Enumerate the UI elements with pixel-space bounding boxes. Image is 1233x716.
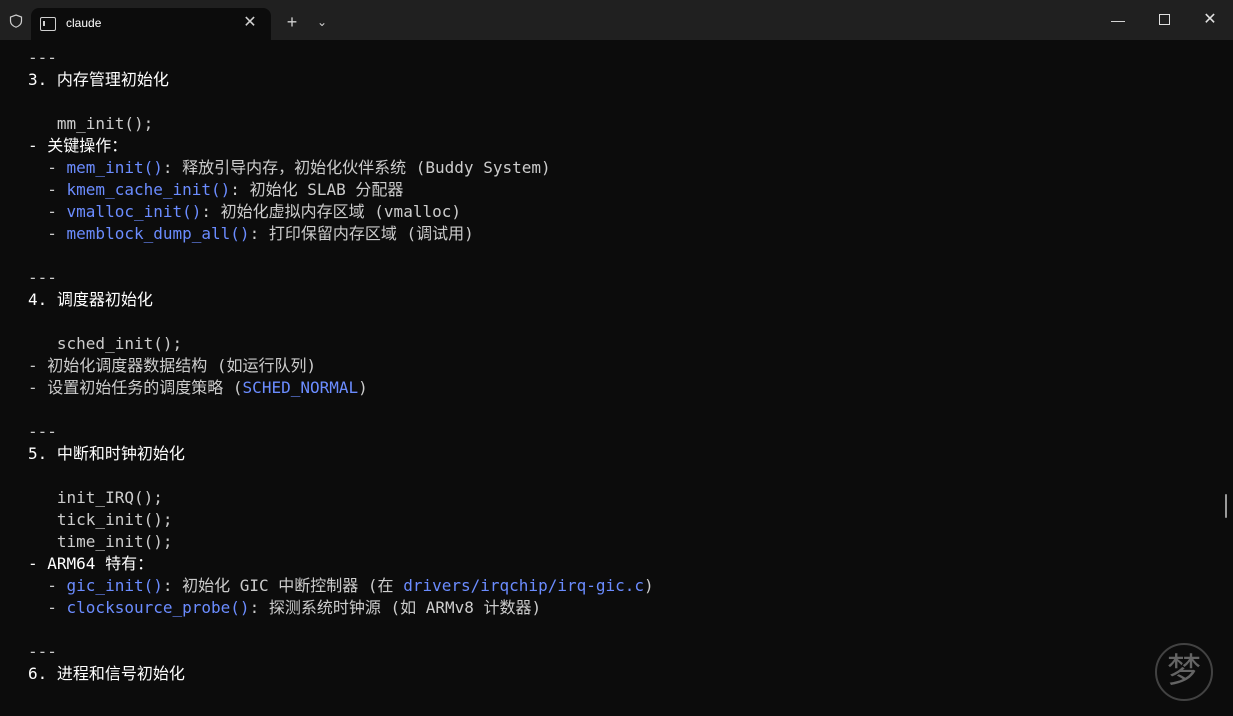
terminal-line: - mem_init(): 释放引导内存，初始化伙伴系统 (Buddy Syst… [28,157,551,179]
terminal-line: - 设置初始任务的调度策略 (SCHED_NORMAL) [28,377,368,399]
watermark-text: 梦 [1167,651,1201,691]
maximize-button[interactable] [1141,0,1187,40]
text-segment: ) [644,576,654,595]
text-segment: --- [28,268,57,287]
text-segment: - 初始化调度器数据结构 (如运行队列) [28,356,317,375]
maximize-icon [1158,14,1170,26]
terminal-line: mm_init(); [28,113,153,135]
terminal-line: 6. 进程和信号初始化 [28,663,185,685]
terminal-line: --- [28,641,57,663]
function-name: mem_init() [66,158,163,177]
terminal-line: - clocksource_probe(): 探测系统时钟源 (如 ARMv8 … [28,597,541,619]
text-segment: : 探测系统时钟源 (如 ARMv8 计数器) [249,598,542,617]
terminal-line: 4. 调度器初始化 [28,289,153,311]
text-segment: time_init(); [28,532,173,551]
chevron-down-icon[interactable]: ⌄ [312,12,332,32]
text-segment: --- [28,48,57,67]
terminal-line: sched_init(); [28,333,182,355]
terminal-line: - vmalloc_init(): 初始化虚拟内存区域 (vmalloc) [28,201,461,223]
text-segment: : 打印保留内存区域 (调试用) [249,224,474,243]
tab-claude[interactable]: claude ✕ [31,8,271,40]
text-segment: - [28,598,67,617]
function-name: kmem_cache_init() [66,180,231,199]
text-segment: : 初始化虚拟内存区域 (vmalloc) [201,202,461,221]
terminal-line: --- [28,421,57,443]
text-segment: : 初始化 GIC 中断控制器 (在 [162,576,404,595]
text-segment: - [28,158,67,177]
terminal-line: --- [28,267,57,289]
terminal-line: --- [28,47,57,69]
new-tab-button[interactable]: + [282,12,302,32]
title-bar: claude ✕ + ⌄ — ✕ [0,0,1233,40]
terminal-line: - 初始化调度器数据结构 (如运行队列) [28,355,316,377]
terminal-line: - 关键操作： [28,135,127,157]
text-segment: 3. 内存管理初始化 [28,70,169,89]
text-segment: : 释放引导内存，初始化伙伴系统 (Buddy System) [162,158,551,177]
function-name: gic_init() [66,576,163,595]
text-segment: 5. 中断和时钟初始化 [28,444,185,463]
text-segment: - 关键操作： [28,136,128,155]
function-name: SCHED_NORMAL [242,378,359,397]
terminal-line: init_IRQ(); [28,487,163,509]
text-segment: - 设置初始任务的调度策略 ( [28,378,243,397]
terminal-line: time_init(); [28,531,173,553]
close-window-button[interactable]: ✕ [1187,0,1233,40]
text-segment: - ARM64 特有： [28,554,154,573]
minimize-button[interactable]: — [1095,0,1141,40]
terminal-line: - gic_init(): 初始化 GIC 中断控制器 (在 drivers/i… [28,575,654,597]
terminal-line: 3. 内存管理初始化 [28,69,169,91]
tab-title: claude [66,16,102,30]
text-segment: init_IRQ(); [28,488,163,507]
text-segment: : 初始化 SLAB 分配器 [230,180,404,199]
terminal-line: - memblock_dump_all(): 打印保留内存区域 (调试用) [28,223,474,245]
text-segment: - [28,180,67,199]
function-name: vmalloc_init() [66,202,202,221]
text-segment: - [28,202,67,221]
text-segment: mm_init(); [28,114,154,133]
terminal-line: - ARM64 特有： [28,553,153,575]
terminal-output[interactable]: --- 3. 内存管理初始化 mm_init(); - 关键操作： - mem_in… [0,40,1222,716]
text-segment: tick_init(); [28,510,173,529]
text-segment: --- [28,422,57,441]
terminal-line: tick_init(); [28,509,173,531]
function-name: memblock_dump_all() [66,224,250,243]
text-segment: 6. 进程和信号初始化 [28,664,185,683]
terminal-icon [40,17,56,31]
tab-close-button[interactable]: ✕ [241,14,259,32]
function-name: clocksource_probe() [66,598,250,617]
text-segment: - [28,224,67,243]
shield-icon[interactable] [9,14,23,28]
terminal-line: 5. 中断和时钟初始化 [28,443,185,465]
terminal-line: - kmem_cache_init(): 初始化 SLAB 分配器 [28,179,403,201]
scrollbar-thumb[interactable] [1225,494,1227,518]
text-segment: sched_init(); [28,334,183,353]
text-segment: --- [28,642,57,661]
text-segment: ) [358,378,368,397]
function-name: drivers/irqchip/irq-gic.c [403,576,645,595]
watermark-logo: 梦 [1155,643,1213,701]
text-segment: - [28,576,67,595]
text-segment: 4. 调度器初始化 [28,290,153,309]
